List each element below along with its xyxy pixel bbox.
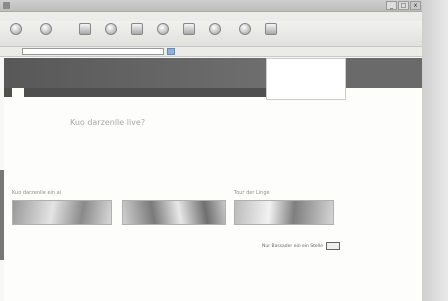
history-icon	[239, 23, 251, 35]
page-headline: Kuo darzenlle live?	[70, 118, 146, 127]
site-nav	[4, 88, 266, 97]
banner-right	[346, 58, 422, 88]
web-page: Kuo darzenlle live? Kuo darzenlle ein ai…	[4, 58, 422, 301]
banner-side-box	[266, 58, 346, 100]
url-input[interactable]	[22, 48, 164, 55]
home-icon	[131, 23, 143, 35]
right-frame-edge	[422, 0, 448, 301]
back-icon	[10, 23, 22, 35]
stop-icon	[79, 23, 91, 35]
browser-app-icon	[3, 2, 10, 9]
site-banner	[4, 58, 422, 100]
banner-image	[4, 58, 266, 88]
go-button[interactable]	[167, 48, 175, 55]
search-button[interactable]	[150, 23, 176, 45]
minimize-button[interactable]: _	[386, 1, 397, 10]
favorites-button[interactable]	[176, 23, 202, 45]
home-button[interactable]	[124, 23, 150, 45]
forward-icon	[40, 23, 52, 35]
refresh-button[interactable]	[98, 23, 124, 45]
back-button[interactable]	[3, 23, 29, 45]
section-title-0: Kuo darzenlle ein ai	[12, 190, 62, 196]
toolbar	[0, 21, 422, 47]
maximize-button[interactable]: □	[398, 1, 409, 10]
mail-icon	[265, 23, 277, 35]
nav-item-0[interactable]	[12, 88, 24, 97]
left-frame-edge	[0, 170, 4, 260]
section-image-2[interactable]	[234, 200, 334, 225]
mail-button[interactable]	[258, 23, 284, 45]
search-icon	[157, 23, 169, 35]
address-bar	[0, 47, 422, 57]
browser-window: _ □ x Kuo darzenlle live? Kuo darzenlle …	[0, 0, 448, 301]
title-bar: _ □ x	[0, 0, 422, 12]
section-image-0[interactable]	[12, 200, 112, 225]
history-button[interactable]	[232, 23, 258, 45]
favorites-icon	[183, 23, 195, 35]
media-icon	[209, 23, 221, 35]
media-button[interactable]	[202, 23, 228, 45]
menu-bar	[0, 12, 422, 21]
forward-button[interactable]	[33, 23, 59, 45]
footer-button[interactable]	[326, 242, 340, 250]
stop-button[interactable]	[72, 23, 98, 45]
close-button[interactable]: x	[410, 1, 421, 10]
refresh-icon	[105, 23, 117, 35]
footer-link[interactable]: Nur Bassader ein ein Stelle	[262, 244, 323, 249]
section-title-2: Tour der Linge	[234, 190, 270, 196]
section-image-1[interactable]	[122, 200, 226, 225]
